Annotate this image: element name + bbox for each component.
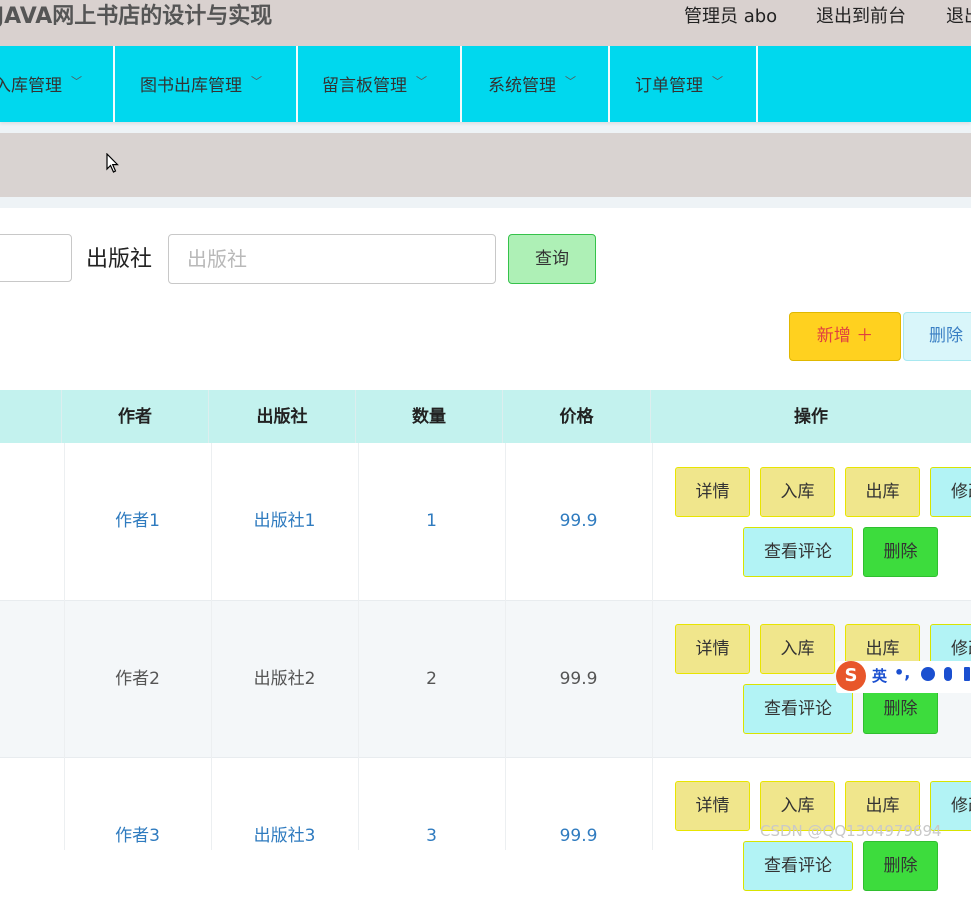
stock-in-button[interactable]: 入库 — [760, 467, 835, 517]
stock-out-button[interactable]: 出库 — [845, 467, 920, 517]
author-cell[interactable]: 作者3 — [64, 758, 211, 915]
nav-item-stock-in[interactable]: 入库管理 ﹀ — [0, 46, 115, 122]
publisher-cell: 出版社2 — [253, 669, 316, 689]
column-header-publisher: 出版社 — [208, 390, 355, 443]
batch-delete-button[interactable]: 删除 — [903, 312, 971, 361]
nav-item-label: 入库管理 — [0, 76, 62, 96]
back-to-front-link[interactable]: 退出到前台 — [816, 0, 906, 34]
column-divider — [211, 443, 212, 850]
nav-item-label: 系统管理 — [488, 76, 556, 96]
column-header-price: 价格 — [502, 390, 650, 443]
column-header-author: 作者 — [61, 390, 208, 443]
delete-button[interactable]: 删除 — [863, 527, 938, 577]
nav-item-system[interactable]: 系统管理 ﹀ — [462, 46, 610, 122]
admin-user-label: 管理员 abo — [684, 6, 778, 27]
chevron-down-icon: ﹀ — [565, 75, 576, 88]
column-divider — [64, 443, 65, 850]
emoji-icon[interactable] — [921, 667, 935, 681]
publisher-cell[interactable]: 出版社3 — [211, 758, 358, 915]
keyboard-icon[interactable] — [964, 667, 970, 681]
main-nav: 入库管理 ﹀ 图书出库管理 ﹀ 留言板管理 ﹀ 系统管理 ﹀ 订单管理 ﹀ — [0, 46, 971, 122]
column-header-blank — [0, 390, 61, 443]
logout-link[interactable]: 退出 — [946, 0, 971, 34]
nav-item-label: 留言板管理 — [322, 76, 407, 96]
column-header-actions: 操作 — [650, 390, 971, 443]
price-cell[interactable]: 99.9 — [505, 443, 652, 600]
nav-item-orders[interactable]: 订单管理 ﹀ — [610, 46, 758, 122]
view-comments-button[interactable]: 查看评论 — [743, 527, 853, 577]
column-header-quantity: 数量 — [355, 390, 502, 443]
mouse-cursor-icon — [106, 153, 119, 173]
column-divider — [358, 443, 359, 850]
ime-toolbar[interactable]: S 英 •, — [836, 661, 971, 693]
nav-item-label: 图书出库管理 — [140, 76, 242, 96]
stock-in-button[interactable]: 入库 — [760, 624, 835, 674]
add-button[interactable]: 新增 ＋ — [789, 312, 901, 361]
watermark: CSDN @QQ1304979694 — [760, 822, 942, 840]
nav-item-message-board[interactable]: 留言板管理 ﹀ — [298, 46, 462, 122]
quantity-cell[interactable]: 3 — [358, 758, 505, 915]
table-row: 作者1 出版社1 1 99.9 详情 入库 出库 修改 查看评论 删除 — [0, 443, 971, 600]
chevron-down-icon: ﹀ — [712, 75, 723, 88]
nav-item-label: 订单管理 — [635, 76, 703, 96]
detail-button[interactable]: 详情 — [675, 467, 750, 517]
table-header: 作者 出版社 数量 价格 操作 — [0, 390, 971, 443]
nav-item-book-out[interactable]: 图书出库管理 ﹀ — [115, 46, 298, 122]
edit-button[interactable]: 修改 — [930, 467, 971, 517]
quantity-cell: 2 — [426, 669, 437, 689]
breadcrumb-band — [0, 133, 971, 197]
publisher-label: 出版社 — [86, 247, 153, 272]
top-header: JAVA网上书店的设计与实现 管理员 abo 退出到前台 退出 — [0, 0, 971, 46]
column-divider — [652, 443, 653, 850]
chevron-down-icon: ﹀ — [251, 75, 262, 88]
query-button[interactable]: 查询 — [508, 234, 596, 284]
detail-button[interactable]: 详情 — [675, 781, 750, 831]
price-cell: 99.9 — [559, 669, 598, 689]
detail-button[interactable]: 详情 — [675, 624, 750, 674]
publisher-cell[interactable]: 出版社1 — [211, 443, 358, 600]
price-cell[interactable]: 99.9 — [505, 758, 652, 915]
delete-button[interactable]: 删除 — [863, 841, 938, 891]
chevron-down-icon: ﹀ — [416, 75, 427, 88]
view-comments-button[interactable]: 查看评论 — [743, 841, 853, 891]
publisher-search-input[interactable] — [168, 234, 496, 284]
name-search-input[interactable] — [0, 234, 72, 282]
column-divider — [505, 443, 506, 850]
app-title: JAVA网上书店的设计与实现 — [0, 4, 273, 29]
author-cell: 作者2 — [115, 669, 160, 689]
punctuation-icon[interactable]: •, — [894, 663, 910, 682]
sogou-logo-icon: S — [836, 661, 866, 691]
chevron-down-icon: ﹀ — [71, 75, 82, 88]
ime-mode-label[interactable]: 英 — [872, 665, 887, 686]
author-cell[interactable]: 作者1 — [64, 443, 211, 600]
microphone-icon[interactable] — [944, 667, 952, 681]
table-row: 作者2 出版社2 2 99.9 详情 入库 出库 修改 查看评论 删除 — [0, 601, 971, 758]
quantity-cell[interactable]: 1 — [358, 443, 505, 600]
